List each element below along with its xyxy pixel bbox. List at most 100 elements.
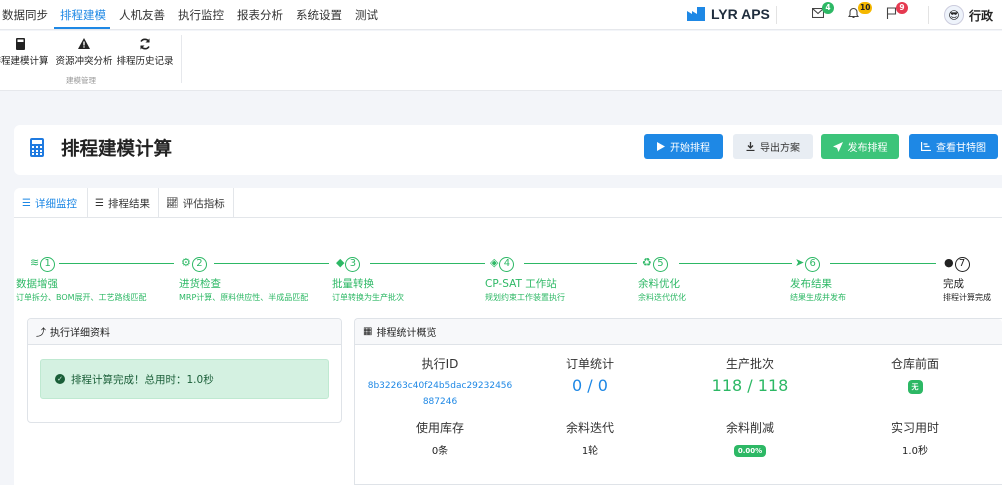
stat-stock: 使用库存 0条	[390, 419, 490, 457]
brand: LYR APS	[687, 6, 770, 22]
step-title: 余料优化	[638, 278, 680, 290]
stat-label: 仓库前面	[890, 357, 939, 371]
cogs-icon: ⚙	[181, 256, 191, 269]
stat-reduction: 余料削减 0.00%	[700, 419, 800, 457]
nav-item-exec-monitor[interactable]: 执行监控	[178, 7, 224, 23]
tab-bar: ☰ 详细监控 ☰ 排程结果 📈︎ 评估指标	[14, 188, 1002, 218]
tab-divider	[158, 188, 159, 218]
step-number: 4	[499, 257, 515, 272]
step-desc: 结果生成并发布	[790, 293, 846, 302]
start-schedule-button[interactable]: 开始排程	[644, 134, 723, 159]
stat-value: 0条	[431, 446, 449, 457]
ribbon-calc-button[interactable]: 排程建模计算	[0, 35, 50, 67]
exec-id-link[interactable]: 8b32263c40f24b5dac29232456 887246	[365, 378, 515, 410]
nav-item-human-machine[interactable]: 人机友善	[119, 7, 165, 23]
panel-header: ▦ 排程统计概览	[355, 319, 1002, 345]
nav-item-data-sync[interactable]: 数据同步	[2, 7, 48, 23]
tab-evaluation-metrics[interactable]: 📈︎ 评估指标	[160, 188, 231, 218]
divider	[928, 6, 929, 24]
stat-label: 余料削减	[725, 421, 774, 435]
exec-detail-panel: ⤴ 执行详细资料 ✓ 排程计算完成！总用时：1.0秒	[27, 318, 342, 423]
exec-id-line1: 8b32263c40f24b5dac29232456	[367, 381, 513, 391]
step-connector	[370, 263, 485, 264]
publish-icon: ➤	[795, 256, 805, 269]
divider	[776, 6, 777, 24]
bar-chart-icon: ▦	[363, 326, 373, 337]
success-alert: ✓ 排程计算完成！总用时：1.0秒	[40, 359, 329, 399]
list-icon: ☰	[95, 197, 104, 209]
tab-divider	[233, 188, 234, 218]
step-title: 批量转换	[332, 278, 374, 290]
recycle-icon: ♻	[642, 256, 652, 269]
step-number: 6	[805, 257, 821, 272]
panel-header: ⤴ 执行详细资料	[28, 319, 341, 345]
ribbon-conflict-label: 资源冲突分析	[55, 56, 113, 67]
stat-warehouse: 仓库前面 无	[860, 355, 970, 394]
refresh-icon	[115, 35, 175, 53]
ribbon-toolbar: 排程建模计算 资源冲突分析 排程历史记录 建模管理	[0, 31, 1002, 91]
stat-value: 0 / 0	[572, 376, 608, 395]
nav-item-test[interactable]: 测试	[355, 7, 378, 23]
stat-iterations: 余料迭代 1轮	[540, 419, 640, 457]
step-number: 7	[954, 257, 970, 272]
export-plan-button[interactable]: 导出方案	[733, 134, 813, 159]
bell-badge: 10	[858, 2, 873, 14]
mail-button[interactable]: 4	[811, 2, 834, 21]
tab-label: 详细监控	[34, 197, 77, 210]
notification-button[interactable]: 10	[847, 2, 873, 22]
ribbon-divider	[181, 35, 182, 83]
success-message: 排程计算完成！总用时：1.0秒	[71, 373, 214, 386]
cube-icon: ◆	[336, 256, 345, 269]
step-number: 2	[191, 257, 207, 272]
play-icon	[657, 142, 665, 151]
step-connector	[214, 263, 329, 264]
active-nav-underline	[54, 27, 110, 29]
step-connector	[524, 263, 637, 264]
check-circle-icon: ●	[944, 256, 954, 269]
ribbon-history-label: 排程历史记录	[116, 56, 174, 67]
flag-button[interactable]: 9	[886, 2, 908, 22]
nav-item-reports[interactable]: 报表分析	[237, 7, 283, 23]
ribbon-group-label: 建模管理	[66, 76, 96, 85]
user-menu[interactable]: 😎 行政	[944, 5, 993, 25]
tab-detail-monitor[interactable]: ☰ 详细监控	[16, 188, 83, 218]
step-title: 完成	[943, 278, 964, 290]
exec-id-line2: 887246	[422, 397, 458, 407]
step-number: 3	[345, 257, 361, 272]
factory-logo-icon	[687, 7, 705, 21]
calculator-icon	[30, 138, 44, 157]
tab-schedule-result[interactable]: ☰ 排程结果	[89, 188, 156, 218]
layers-icon: ◈	[490, 256, 499, 269]
step-number: 1	[40, 257, 56, 272]
view-gantt-button[interactable]: 查看甘特图	[909, 134, 998, 159]
step-connector	[830, 263, 936, 264]
step-title: CP-SAT 工作站	[485, 278, 557, 290]
database-icon: ≋	[30, 256, 40, 269]
page-title: 排程建模计算	[61, 139, 173, 160]
stat-exec-id: 执行ID 8b32263c40f24b5dac29232456 887246	[365, 355, 515, 410]
step-desc: 订单拆分、BOM展开、工艺路线匹配	[16, 293, 147, 302]
stats-overview-panel: ▦ 排程统计概览 执行ID 8b32263c40f24b5dac29232456…	[354, 318, 1002, 485]
publish-schedule-button[interactable]: 发布排程	[821, 134, 899, 159]
stat-label: 余料迭代	[565, 421, 614, 435]
export-plan-label: 导出方案	[760, 143, 800, 154]
step-title: 数据增强	[16, 278, 58, 290]
warning-icon	[54, 35, 114, 53]
step-desc: 排程计算完成	[943, 293, 991, 302]
step-connector	[59, 263, 174, 264]
nav-item-settings[interactable]: 系统设置	[296, 7, 342, 23]
tab-divider	[87, 188, 88, 218]
stat-value: 118 / 118	[711, 376, 789, 395]
nav-item-schedule-modeling[interactable]: 排程建模	[60, 7, 106, 23]
brand-name: LYR APS	[711, 6, 770, 22]
ribbon-history-button[interactable]: 排程历史记录	[115, 35, 175, 67]
stat-badge: 0.00%	[733, 445, 767, 457]
avatar: 😎	[944, 5, 964, 25]
view-gantt-label: 查看甘特图	[936, 143, 986, 154]
start-schedule-label: 开始排程	[670, 143, 710, 154]
step-number: 5	[652, 257, 668, 272]
top-nav: 数据同步 排程建模 人机友善 执行监控 报表分析 系统设置 测试 LYR APS…	[0, 0, 1002, 30]
ribbon-conflict-button[interactable]: 资源冲突分析	[54, 35, 114, 67]
stat-elapsed: 实习用时 1.0秒	[865, 419, 965, 457]
check-icon: ✓	[55, 374, 65, 384]
